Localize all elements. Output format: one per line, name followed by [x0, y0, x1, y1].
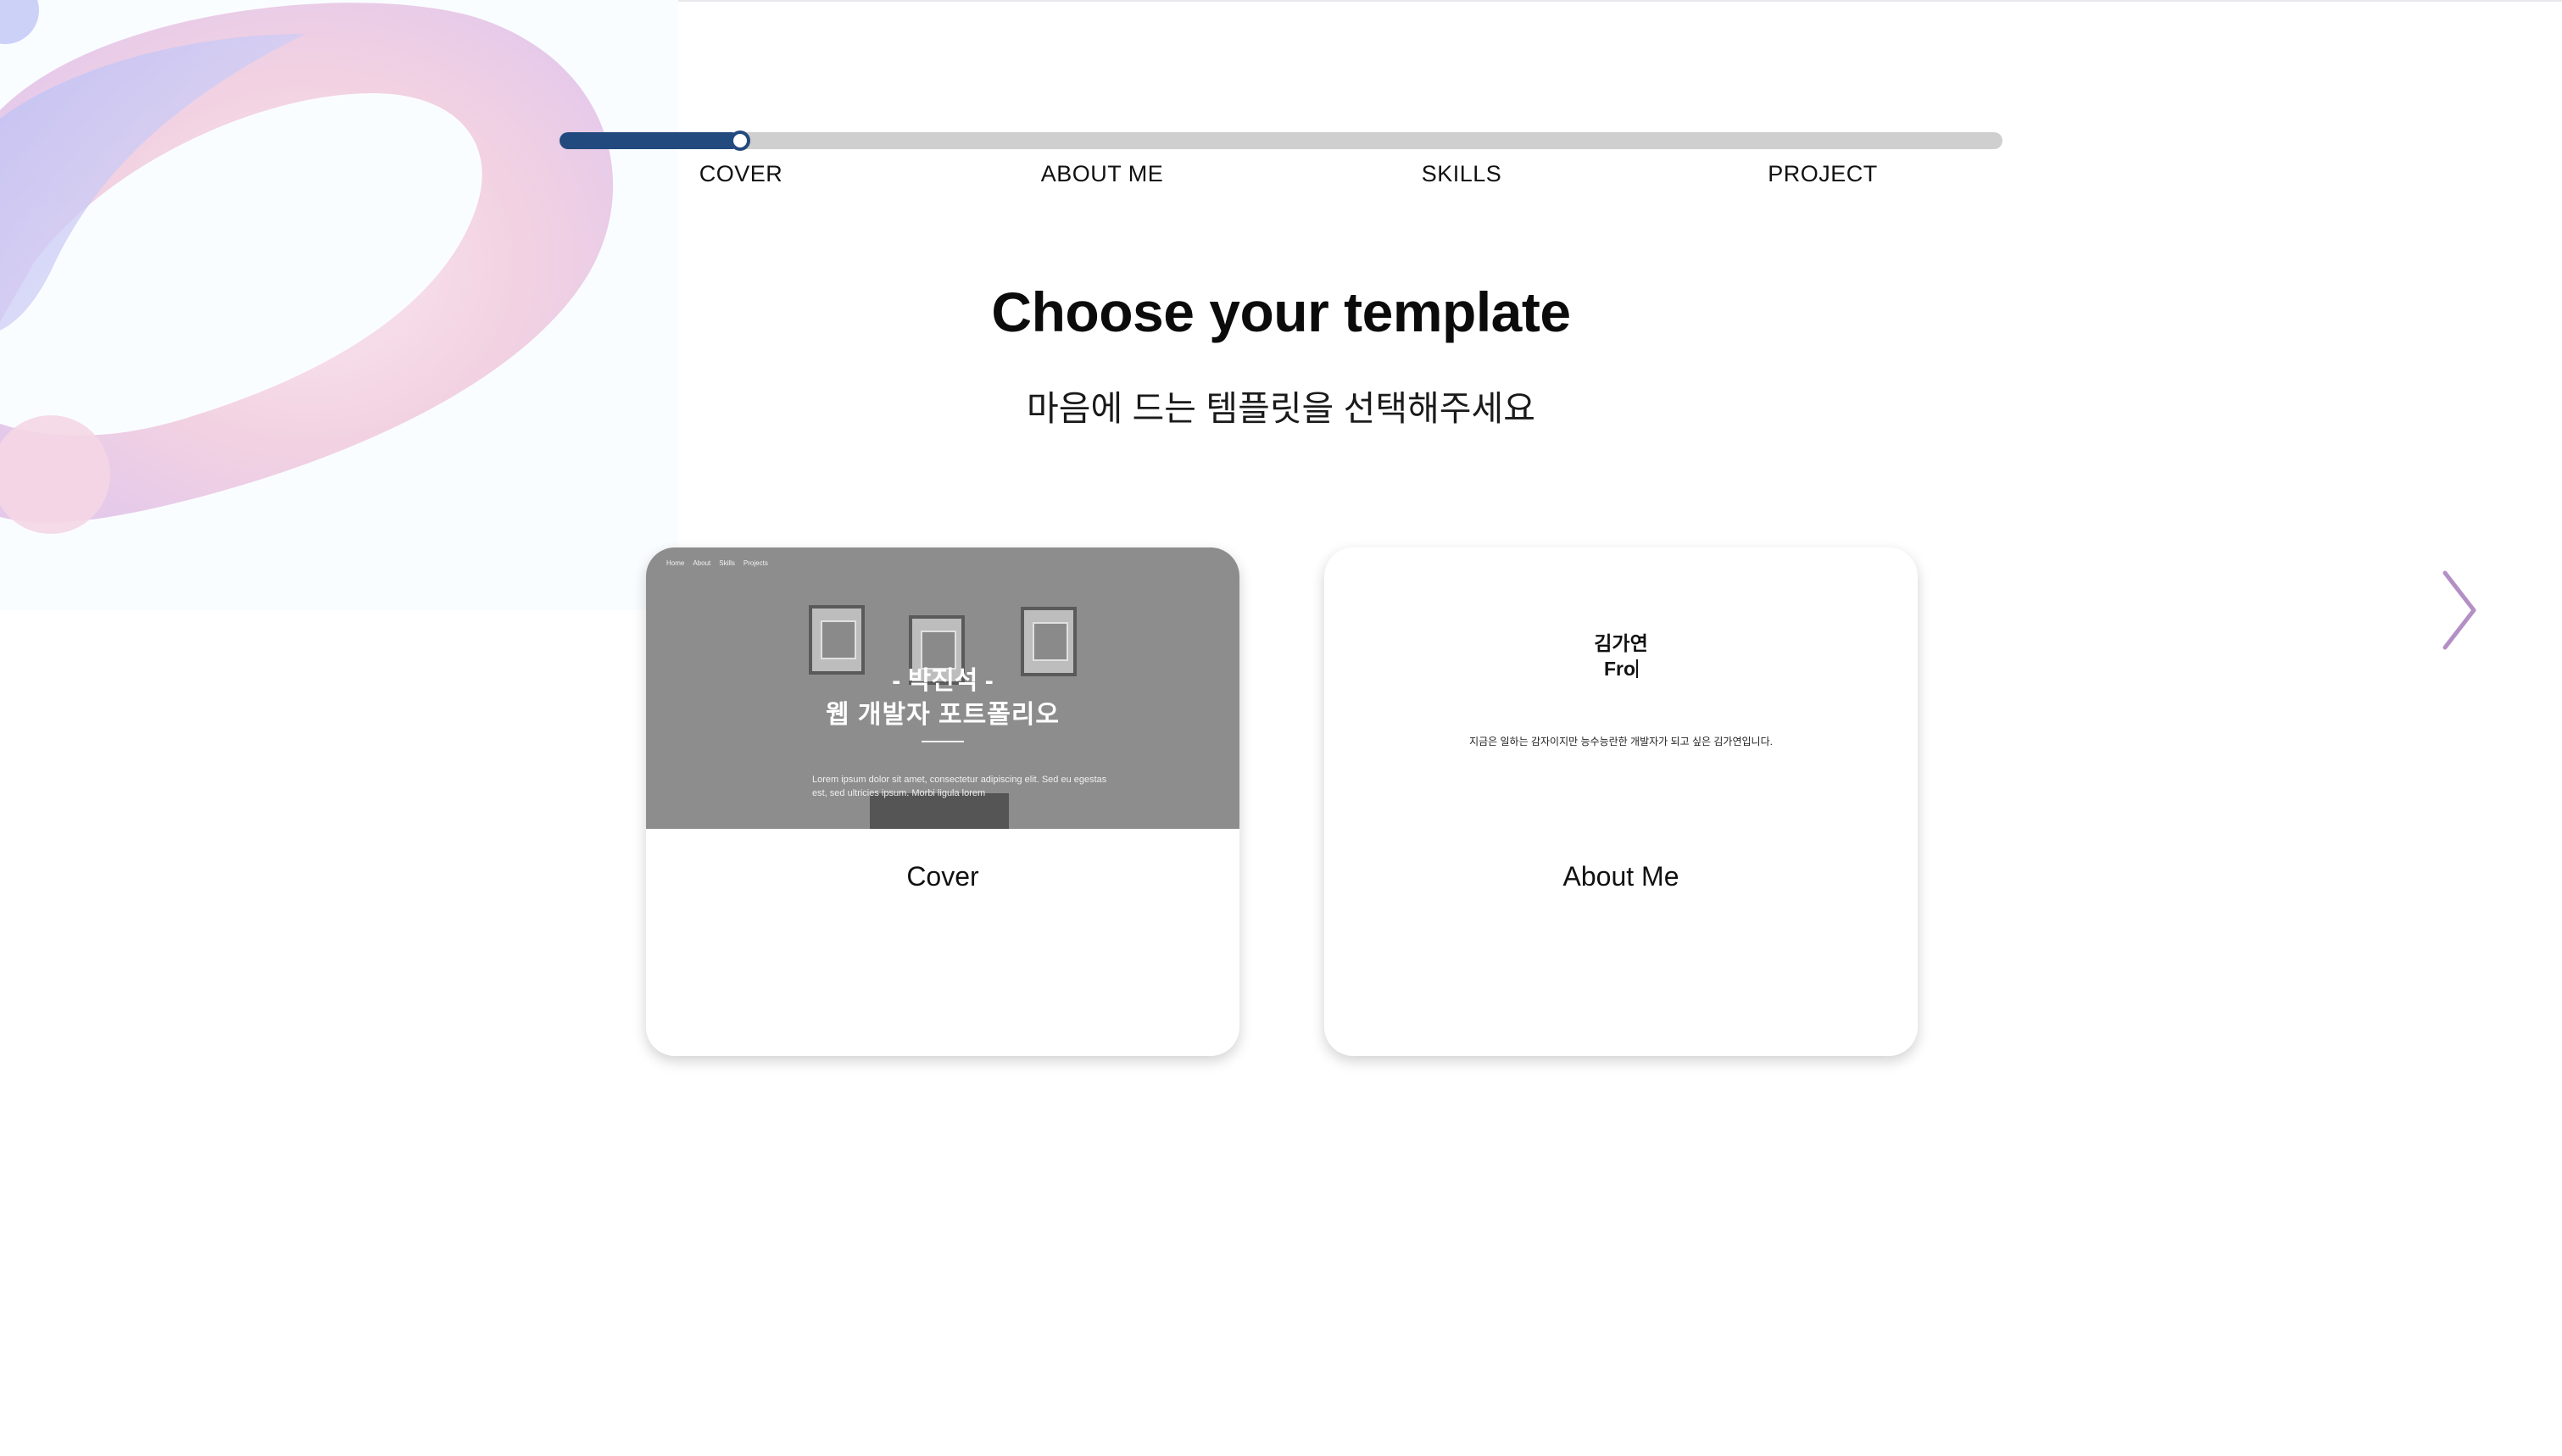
- preview-heading: 웹 개발자 포트폴리오: [825, 701, 1061, 729]
- preview-nav-item: Projects: [743, 559, 768, 567]
- step-project[interactable]: PROJECT: [1768, 161, 1878, 187]
- step-cover[interactable]: COVER: [699, 161, 783, 187]
- preview-nav-item: Home: [666, 559, 685, 567]
- chevron-right-icon[interactable]: [2438, 570, 2481, 651]
- preview-nav-item: Skills: [719, 559, 735, 567]
- card-label-cover: Cover: [906, 861, 979, 892]
- template-card-cover[interactable]: Home About Skills Projects - 박진석 - 웹 개발자…: [646, 547, 1239, 1056]
- preview-body: Lorem ipsum dolor sit amet, consectetur …: [812, 775, 1107, 798]
- step-skills[interactable]: SKILLS: [1422, 161, 1502, 187]
- card-label-about-me: About Me: [1562, 861, 1679, 892]
- cover-template-preview: Home About Skills Projects - 박진석 - 웹 개발자…: [646, 547, 1239, 829]
- template-card-about-me[interactable]: 김가연 Fro 지금은 일하는 감자이지만 능수능란한 개발자가 되고 싶은 김…: [1324, 547, 1918, 1056]
- progress-knob[interactable]: [729, 131, 750, 151]
- progress-steps: COVER ABOUT ME SKILLS PROJECT: [0, 161, 2562, 195]
- preview-nav-item: About: [693, 559, 711, 567]
- preview-name: - 박진석 -: [892, 667, 994, 695]
- preview-divider: [922, 741, 964, 742]
- page-title: Choose your template: [991, 281, 1571, 343]
- preview-typed-text: Fro: [1324, 658, 1918, 681]
- progress-bar: [560, 131, 2002, 151]
- page-subtitle: 마음에 드는 템플릿을 선택해주세요: [1027, 389, 1535, 428]
- progress-fill: [560, 132, 740, 149]
- text-caret: [1636, 659, 1639, 678]
- preview-name: 김가연: [1594, 632, 1648, 654]
- typed-text: Fro: [1603, 658, 1636, 680]
- progress-track: [560, 132, 2002, 149]
- step-about-me[interactable]: ABOUT ME: [1041, 161, 1164, 187]
- preview-body: 지금은 일하는 감자이지만 능수능란한 개발자가 되고 싶은 김가연입니다.: [1469, 736, 1773, 747]
- preview-nav: Home About Skills Projects: [666, 559, 768, 567]
